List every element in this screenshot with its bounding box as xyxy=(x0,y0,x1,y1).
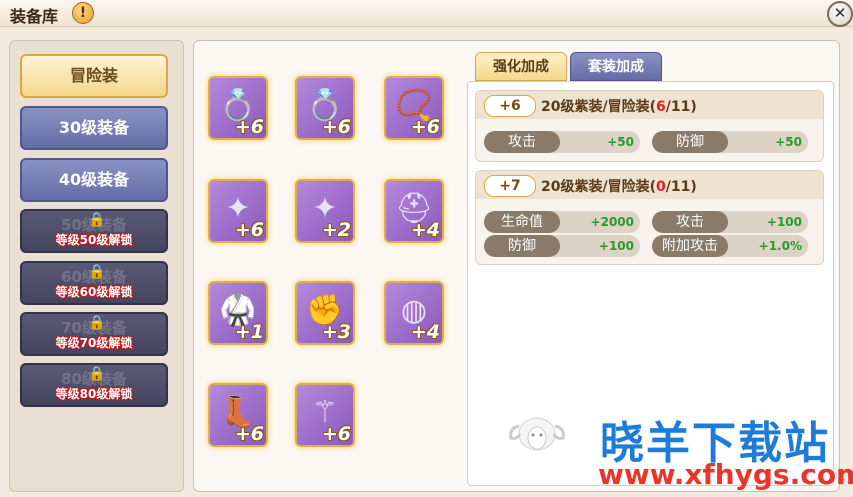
stat-value: +100 xyxy=(598,239,634,253)
set-header: +7 20级紫装/冒险装(0/11) xyxy=(476,171,823,199)
equipment-slot[interactable]: ✦ +2 xyxy=(295,179,355,243)
unlock-requirement: 等级50级解锁 xyxy=(55,233,133,247)
equipment-slot[interactable]: ✊ +3 xyxy=(295,281,355,345)
stat-row: 防御 +100 xyxy=(484,235,640,257)
category-adventure[interactable]: 冒险装 xyxy=(20,54,168,98)
lock-icon: 🔒 xyxy=(88,315,106,331)
enhance-level: +6 xyxy=(234,219,264,241)
unlock-requirement: 等级70级解锁 xyxy=(55,336,133,350)
enhance-level: +4 xyxy=(410,321,440,343)
set-progress-total: /11) xyxy=(665,179,697,195)
enhance-level: +6 xyxy=(234,423,264,445)
category-level-70[interactable]: 70级装备 🔒 等级70级解锁 xyxy=(20,312,168,356)
enhance-badge: +6 xyxy=(484,95,536,117)
category-level-30[interactable]: 30级装备 xyxy=(20,106,168,150)
equipment-slot[interactable]: 👢 +6 xyxy=(208,383,268,447)
stat-label: 攻击 xyxy=(652,211,728,233)
close-button[interactable]: ✕ xyxy=(827,1,853,27)
lock-icon: 🔒 xyxy=(88,264,106,280)
watermark-url: www.xfhygs.com xyxy=(598,458,853,491)
stat-value: +50 xyxy=(775,135,802,149)
stat-row: 攻击 +50 xyxy=(484,131,640,153)
category-level-40[interactable]: 40级装备 xyxy=(20,158,168,202)
equipment-slot[interactable]: 📿 +6 xyxy=(384,76,444,140)
stat-label: 攻击 xyxy=(484,131,560,153)
enhance-level: +4 xyxy=(410,219,440,241)
equipment-slot[interactable]: 💍 +6 xyxy=(295,76,355,140)
tab-set-bonus[interactable]: 套装加成 xyxy=(570,52,662,81)
equipment-slot[interactable]: ⚚ +6 xyxy=(295,383,355,447)
category-level-60[interactable]: 60级装备 🔒 等级60级解锁 xyxy=(20,261,168,305)
stat-value: +100 xyxy=(766,215,802,229)
window-title: 装备库 xyxy=(10,7,59,26)
equipment-slot[interactable]: 💍 +6 xyxy=(208,76,268,140)
stat-row: 附加攻击 +1.0% xyxy=(652,235,808,257)
enhance-level: +6 xyxy=(321,423,351,445)
enhance-level: +6 xyxy=(410,116,440,138)
set-header: +6 20级紫装/冒险装(6/11) xyxy=(476,91,823,119)
lock-icon: 🔒 xyxy=(88,366,106,382)
set-bonus-card: +6 20级紫装/冒险装(6/11) 攻击 +50 防御 +50 xyxy=(475,90,824,162)
stat-value: +1.0% xyxy=(758,239,802,253)
sheep-logo-icon xyxy=(509,417,565,451)
lock-icon: 🔒 xyxy=(88,212,106,228)
stat-label: 防御 xyxy=(484,235,560,257)
stat-label: 附加攻击 xyxy=(652,235,728,257)
set-progress-total: /11) xyxy=(665,99,697,115)
enhance-level: +1 xyxy=(234,321,264,343)
set-bonus-card: +7 20级紫装/冒险装(0/11) 生命值 +2000 攻击 +100 防御 … xyxy=(475,170,824,265)
unlock-requirement: 等级60级解锁 xyxy=(55,285,133,299)
tab-enhance-bonus[interactable]: 强化加成 xyxy=(475,52,567,81)
stat-value: +2000 xyxy=(590,215,634,229)
enhance-level: +3 xyxy=(321,321,351,343)
enhance-level: +6 xyxy=(234,116,264,138)
enhance-level: +2 xyxy=(321,219,351,241)
set-progress-current: 6 xyxy=(656,99,666,115)
stat-label: 生命值 xyxy=(484,211,560,233)
equipment-slot[interactable]: ◍ +4 xyxy=(384,281,444,345)
stat-label: 防御 xyxy=(652,131,728,153)
category-level-50[interactable]: 50级装备 🔒 等级50级解锁 xyxy=(20,209,168,253)
title-bar: 装备库 ! ✕ xyxy=(0,0,853,27)
equipment-slot[interactable]: 🥋 +1 xyxy=(208,281,268,345)
set-name: 20级紫装/冒险装(0/11) xyxy=(541,179,697,195)
set-progress-current: 0 xyxy=(656,179,666,195)
category-level-80[interactable]: 80级装备 🔒 等级80级解锁 xyxy=(20,363,168,407)
category-label: 30级装备 xyxy=(58,118,130,137)
set-name: 20级紫装/冒险装(6/11) xyxy=(541,99,697,115)
stat-row: 生命值 +2000 xyxy=(484,211,640,233)
enhance-badge: +7 xyxy=(484,175,536,197)
warning-icon[interactable]: ! xyxy=(72,2,94,24)
stat-value: +50 xyxy=(607,135,634,149)
equipment-slot[interactable]: ⛑ +4 xyxy=(384,179,444,243)
stat-row: 防御 +50 xyxy=(652,131,808,153)
equipment-slot[interactable]: ✦ +6 xyxy=(208,179,268,243)
enhance-level: +6 xyxy=(321,116,351,138)
category-label: 冒险装 xyxy=(69,66,118,85)
stat-row: 攻击 +100 xyxy=(652,211,808,233)
unlock-requirement: 等级80级解锁 xyxy=(55,387,133,401)
category-label: 40级装备 xyxy=(58,170,130,189)
